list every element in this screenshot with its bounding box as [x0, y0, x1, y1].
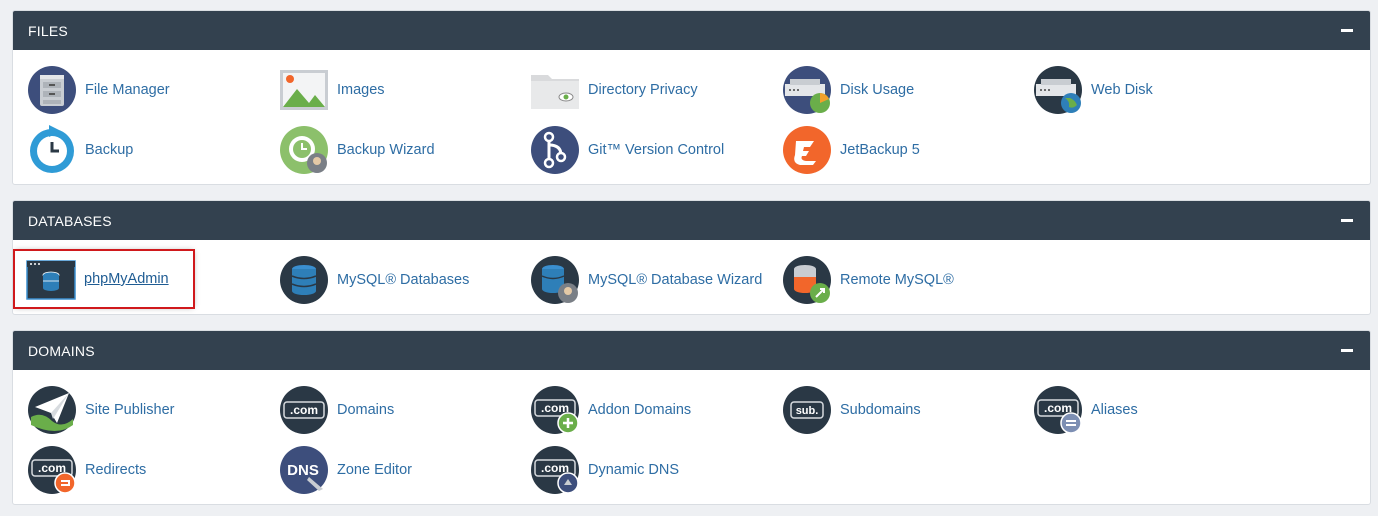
jetbackup-icon	[783, 126, 831, 174]
redirects-link[interactable]: .com Redirects	[27, 444, 146, 496]
paper-plane-icon	[28, 386, 76, 434]
dotcom-icon: .com	[280, 386, 328, 434]
disk-usage-link[interactable]: Disk Usage	[782, 64, 914, 116]
collapse-icon[interactable]	[1340, 29, 1354, 32]
dynamic-dns-icon: .com	[531, 446, 579, 494]
disk-usage-icon	[783, 66, 831, 114]
domains-panel: DOMAINS Site Publisher .com Domains .com…	[12, 330, 1371, 505]
domains-label: Domains	[337, 402, 395, 418]
git-version-control-link[interactable]: Git™ Version Control	[530, 124, 724, 176]
file-manager-label: File Manager	[85, 82, 170, 98]
collapse-icon[interactable]	[1340, 349, 1354, 352]
domains-panel-header[interactable]: DOMAINS	[13, 331, 1370, 370]
zone-editor-label: Zone Editor	[337, 462, 412, 478]
web-disk-icon	[1034, 66, 1082, 114]
backup-link[interactable]: Backup	[27, 124, 133, 176]
phpmyadmin-label: phpMyAdmin	[84, 271, 169, 287]
dns-zone-icon: DNS	[280, 446, 328, 494]
dynamic-dns-label: Dynamic DNS	[588, 462, 680, 478]
zone-editor-link[interactable]: DNS Zone Editor	[279, 444, 412, 496]
directory-privacy-label: Directory Privacy	[588, 82, 698, 98]
mysql-database-wizard-label: MySQL® Database Wizard	[588, 272, 763, 288]
redirect-icon: .com	[28, 446, 76, 494]
mysql-database-wizard-link[interactable]: MySQL® Database Wizard	[530, 254, 762, 306]
git-icon	[531, 126, 579, 174]
images-link[interactable]: Images	[279, 64, 385, 116]
remote-mysql-link[interactable]: Remote MySQL®	[782, 254, 954, 306]
subdomains-label: Subdomains	[840, 402, 921, 418]
collapse-icon[interactable]	[1340, 219, 1354, 222]
file-manager-link[interactable]: File Manager	[27, 64, 170, 116]
file-cabinet-icon	[28, 66, 76, 114]
backup-wizard-icon	[280, 126, 328, 174]
backup-icon	[30, 125, 74, 173]
subdomains-badge-text: sub.	[796, 405, 819, 417]
remote-database-icon	[783, 256, 831, 304]
databases-panel-title: DATABASES	[28, 212, 112, 229]
domains-link[interactable]: .com Domains	[279, 384, 394, 436]
alias-icon: .com	[1034, 386, 1082, 434]
addon-domains-label: Addon Domains	[588, 402, 692, 418]
phpmyadmin-link[interactable]: phpMyAdmin	[13, 249, 195, 309]
dynamic-dns-link[interactable]: .com Dynamic DNS	[530, 444, 679, 496]
redirects-label: Redirects	[85, 462, 147, 478]
directory-privacy-link[interactable]: Directory Privacy	[530, 64, 698, 116]
aliases-link[interactable]: .com Aliases	[1033, 384, 1138, 436]
jetbackup-link[interactable]: JetBackup 5	[782, 124, 920, 176]
backup-wizard-link[interactable]: Backup Wizard	[279, 124, 435, 176]
database-wizard-icon	[531, 256, 579, 304]
folder-eye-icon	[531, 75, 579, 109]
jetbackup-label: JetBackup 5	[840, 142, 920, 158]
phpmyadmin-icon	[26, 260, 76, 300]
domains-badge-text: .com	[290, 403, 318, 417]
subdomain-icon: sub.	[783, 386, 831, 434]
addon-domain-icon: .com	[531, 386, 579, 434]
files-panel-title: FILES	[28, 22, 68, 39]
databases-panel: DATABASES phpMyAdmin MySQL® Databases My…	[12, 200, 1371, 315]
mysql-databases-label: MySQL® Databases	[337, 272, 470, 288]
databases-panel-header[interactable]: DATABASES	[13, 201, 1370, 240]
mysql-databases-link[interactable]: MySQL® Databases	[279, 254, 469, 306]
image-icon	[280, 70, 328, 110]
files-panel: FILES File Manager Images Directory Priv…	[12, 10, 1371, 185]
site-publisher-link[interactable]: Site Publisher	[27, 384, 174, 436]
git-version-control-label: Git™ Version Control	[588, 142, 725, 158]
disk-usage-label: Disk Usage	[840, 82, 915, 98]
zone-editor-badge-text: DNS	[287, 462, 319, 479]
site-publisher-label: Site Publisher	[85, 402, 175, 418]
images-label: Images	[337, 82, 385, 98]
domains-panel-title: DOMAINS	[28, 342, 95, 359]
files-panel-header[interactable]: FILES	[13, 11, 1370, 50]
remote-mysql-label: Remote MySQL®	[840, 272, 954, 288]
aliases-label: Aliases	[1091, 402, 1138, 418]
backup-label: Backup	[85, 142, 134, 158]
web-disk-link[interactable]: Web Disk	[1033, 64, 1153, 116]
web-disk-label: Web Disk	[1091, 82, 1153, 98]
subdomains-link[interactable]: sub. Subdomains	[782, 384, 921, 436]
addon-domains-link[interactable]: .com Addon Domains	[530, 384, 691, 436]
backup-wizard-label: Backup Wizard	[337, 142, 435, 158]
database-icon	[280, 256, 328, 304]
